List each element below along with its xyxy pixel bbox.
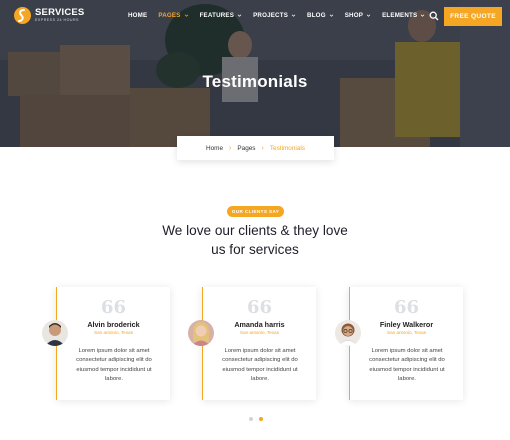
- quote-icon: 66: [100, 297, 127, 318]
- testimonial-text: Lorem ipsum dolor sit amet consectetur a…: [76, 348, 152, 383]
- brand-name: SERVICES: [35, 7, 85, 18]
- chevron-down-icon: [366, 14, 371, 17]
- client-avatar: [188, 320, 214, 346]
- section-heading: We love our clients & they love us for s…: [130, 221, 380, 259]
- nav-item-label: ELEMENTS: [382, 12, 418, 19]
- search-icon[interactable]: [429, 11, 439, 21]
- brand-tagline: EXPRESS 24 HOURS: [35, 18, 79, 22]
- carousel-pagination: [249, 417, 269, 421]
- chevron-right-icon: ›: [261, 144, 264, 152]
- client-name: Amanda harris: [234, 320, 285, 329]
- nav-item-projects[interactable]: PROJECTS: [253, 12, 296, 19]
- logo-icon: [14, 7, 31, 24]
- client-name: Finley Walkeror: [379, 320, 434, 329]
- section-badge: OUR CLIENTS SAY: [227, 206, 284, 217]
- quote-icon: 66: [246, 297, 273, 318]
- nav-item-blog[interactable]: BLOG: [307, 12, 334, 19]
- section-heading-line1: We love our clients & they love: [162, 223, 348, 238]
- breadcrumb-pages[interactable]: Pages: [237, 145, 255, 152]
- page-title: Testimonials: [202, 72, 308, 91]
- client-location: San antonio, Texas: [387, 330, 426, 335]
- top-navigation: SERVICES EXPRESS 24 HOURS HOME PAGES FEA…: [0, 0, 510, 32]
- testimonial-card: 66 Finley Walkeror San antonio, Texas Lo…: [349, 287, 463, 400]
- testimonial-text: Lorem ipsum dolor sit amet consectetur a…: [369, 348, 445, 383]
- nav-item-features[interactable]: FEATURES: [200, 12, 243, 19]
- chevron-down-icon: [291, 14, 296, 17]
- nav-item-shop[interactable]: SHOP: [345, 12, 371, 19]
- nav-item-label: FEATURES: [199, 12, 235, 19]
- client-avatar: [42, 320, 68, 346]
- breadcrumb: Home › Pages › Testimonials: [177, 136, 334, 160]
- client-avatar: [335, 320, 361, 346]
- testimonial-text: Lorem ipsum dolor sit amet consectetur a…: [222, 348, 298, 383]
- chevron-right-icon: ›: [229, 144, 232, 152]
- chevron-down-icon: [329, 14, 333, 17]
- breadcrumb-home[interactable]: Home: [206, 145, 223, 152]
- section-heading-line2: us for services: [211, 242, 299, 257]
- quote-icon: 66: [393, 297, 420, 318]
- nav-item-pages[interactable]: PAGES: [158, 12, 188, 19]
- client-location: San antonio, Texas: [240, 330, 279, 335]
- testimonial-card: 66 Amanda harris San antonio, Texas Lore…: [202, 287, 316, 400]
- carousel-dot[interactable]: [249, 417, 253, 421]
- client-location: San antonio, Texas: [94, 330, 133, 335]
- nav-item-label: PAGES: [158, 12, 181, 19]
- nav-item-elements[interactable]: ELEMENTS: [382, 12, 425, 19]
- nav-item-label: SHOP: [344, 12, 364, 19]
- free-quote-button[interactable]: FREE QUOTE: [444, 7, 502, 26]
- breadcrumb-current: Testimonials: [269, 144, 306, 152]
- chevron-down-icon: [184, 14, 188, 17]
- nav-item-label: BLOG: [307, 12, 326, 19]
- main-menu: HOME PAGES FEATURES PROJECTS BLOG SHOP E…: [128, 12, 436, 19]
- nav-item-label: HOME: [128, 12, 148, 19]
- testimonial-card: 66 Alvin broderick San antonio, Texas Lo…: [56, 287, 170, 400]
- chevron-down-icon: [237, 14, 242, 17]
- site-logo[interactable]: SERVICES EXPRESS 24 HOURS: [14, 7, 84, 24]
- carousel-dot-active[interactable]: [259, 417, 263, 421]
- chevron-down-icon: [421, 14, 425, 17]
- client-name: Alvin broderick: [87, 320, 140, 329]
- nav-item-label: PROJECTS: [253, 12, 289, 19]
- nav-item-home[interactable]: HOME: [128, 12, 147, 19]
